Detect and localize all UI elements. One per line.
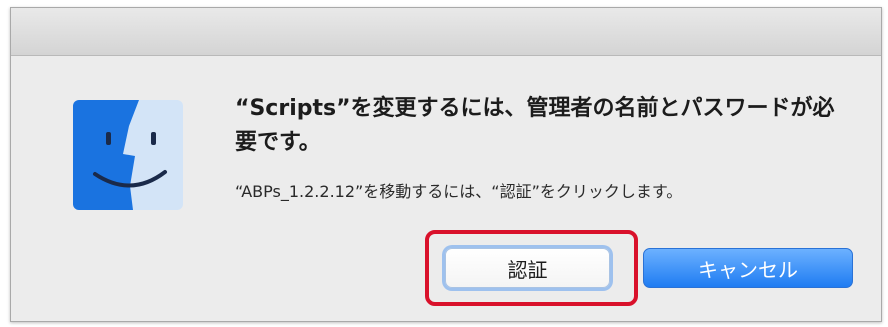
authentication-dialog: “Scripts”を変更するには、管理者の名前とパスワードが必要です。 “ABP… bbox=[10, 7, 882, 322]
dialog-message: “ABPs_1.2.2.12”を移動するには、“認証”をクリックします。 bbox=[235, 182, 683, 201]
dialog-title: “Scripts”を変更するには、管理者の名前とパスワードが必要です。 bbox=[235, 96, 835, 155]
dialog-titlebar bbox=[11, 8, 881, 56]
finder-icon bbox=[73, 100, 183, 210]
authenticate-button[interactable]: 認証 bbox=[445, 248, 610, 288]
cancel-button[interactable]: キャンセル bbox=[643, 248, 853, 288]
